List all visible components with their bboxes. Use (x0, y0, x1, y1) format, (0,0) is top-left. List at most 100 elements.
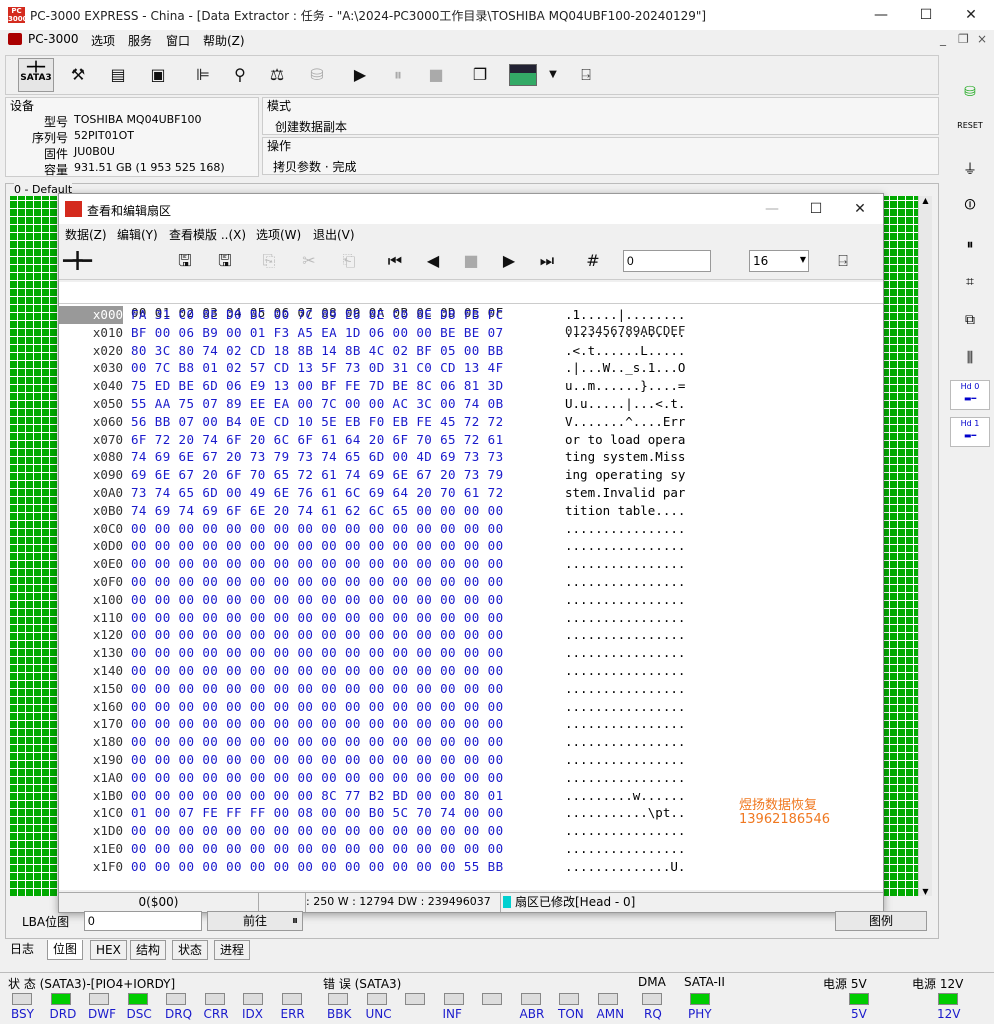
prev-sector-icon[interactable]: ◀ (419, 247, 447, 275)
minimize-button[interactable]: — (858, 0, 904, 30)
row-ascii[interactable]: u..m......}....= (565, 377, 685, 395)
paste-icon[interactable]: ⎗ (335, 247, 363, 275)
row-bytes[interactable]: 00 00 00 00 00 00 00 00 00 00 00 00 00 0… (131, 520, 504, 538)
cut-icon[interactable]: ✂ (295, 247, 323, 275)
editor-maximize-button[interactable]: ☐ (793, 194, 839, 224)
tab-bitmap[interactable]: 位图 (47, 940, 84, 960)
mdi-restore-button[interactable]: ❐ (958, 32, 969, 46)
lba-pause-button[interactable]: ⏸ (292, 913, 298, 928)
row-bytes[interactable]: 80 3C 80 74 02 CD 18 8B 14 8B 4C 02 BF 0… (131, 342, 504, 360)
row-bytes[interactable]: 00 00 00 00 00 00 00 00 00 00 00 00 00 0… (131, 573, 504, 591)
next-sector-icon[interactable]: ▶ (495, 247, 523, 275)
row-ascii[interactable]: ................ (565, 715, 685, 733)
row-ascii[interactable]: V.......^....Err (565, 413, 685, 431)
row-bytes[interactable]: 00 00 00 00 00 00 00 00 00 00 00 00 00 0… (131, 751, 504, 769)
scroll-down-icon[interactable]: ▼ (919, 887, 932, 896)
columns-select[interactable]: 16 ▼ (749, 250, 809, 272)
hex-row[interactable]: x040 75 ED BE 6D 06 E9 13 00 BF FE 7D BE … (59, 377, 883, 395)
menu-help[interactable]: 帮助(Z) (203, 32, 245, 49)
mdi-minimize-button[interactable]: _ (940, 32, 946, 46)
row-bytes[interactable]: 55 AA 75 07 89 EE EA 00 7C 00 00 AC 3C 0… (131, 395, 504, 413)
disk-icon[interactable]: ⛁ (303, 61, 331, 89)
head-0-button[interactable]: Hd 0 ▬━ (950, 380, 990, 410)
hex-row[interactable]: x140 00 00 00 00 00 00 00 00 00 00 00 00 … (59, 662, 883, 680)
windows-icon[interactable]: ❐ (466, 61, 494, 89)
row-ascii[interactable]: or to load opera (565, 431, 685, 449)
row-ascii[interactable]: tition table.... (565, 502, 685, 520)
row-ascii[interactable]: ...........\pt.. (565, 804, 685, 822)
row-bytes[interactable]: 00 00 00 00 00 00 00 00 00 00 00 00 00 0… (131, 555, 504, 573)
hex-row[interactable]: x0C0 00 00 00 00 00 00 00 00 00 00 00 00 … (59, 520, 883, 538)
lba-input[interactable] (84, 911, 202, 931)
menu-options[interactable]: 选项 (91, 32, 115, 49)
legend-button[interactable]: 图例 (835, 911, 927, 931)
editor-connector-icon[interactable]: ━╋━ (63, 247, 92, 275)
head-1-button[interactable]: Hd 1 ▬━ (950, 417, 990, 447)
hex-row[interactable]: x120 00 00 00 00 00 00 00 00 00 00 00 00 … (59, 626, 883, 644)
row-bytes[interactable]: 69 6E 67 20 6F 70 65 72 61 74 69 6E 67 2… (131, 466, 504, 484)
row-bytes[interactable]: 00 00 00 00 00 00 00 00 00 00 00 00 00 0… (131, 644, 504, 662)
hex-row[interactable]: x190 00 00 00 00 00 00 00 00 00 00 00 00 … (59, 751, 883, 769)
row-bytes[interactable]: BF 00 06 B9 00 01 F3 A5 EA 1D 06 00 00 B… (131, 324, 504, 342)
save-as-icon[interactable]: 🖫 (211, 247, 239, 275)
hex-row[interactable]: x1F0 00 00 00 00 00 00 00 00 00 00 00 00 … (59, 858, 883, 876)
hex-row[interactable]: x050 55 AA 75 07 89 EE EA 00 7C 00 00 AC … (59, 395, 883, 413)
bus-icon[interactable]: ⫼ (950, 343, 990, 373)
maximize-button[interactable]: ☐ (903, 0, 949, 30)
tab-log[interactable]: 日志 (5, 940, 40, 960)
editor-menu-exit[interactable]: 退出(V) (313, 226, 355, 243)
hex-row[interactable]: x0A0 73 74 65 6D 00 49 6E 76 61 6C 69 64 … (59, 484, 883, 502)
row-bytes[interactable]: 74 69 74 69 6F 6E 20 74 61 62 6C 65 00 0… (131, 502, 504, 520)
scroll-up-icon[interactable]: ▲ (919, 196, 932, 205)
menu-window[interactable]: 窗口 (166, 32, 190, 49)
row-bytes[interactable]: 73 74 65 6D 00 49 6E 76 61 6C 69 64 20 7… (131, 484, 504, 502)
menu-service[interactable]: 服务 (128, 32, 152, 49)
binoculars-icon[interactable]: ⚲ (226, 61, 254, 89)
hex-row[interactable]: x030 00 7C B8 01 02 57 CD 13 5F 73 0D 31 … (59, 359, 883, 377)
row-bytes[interactable]: FA 31 C0 8E D0 BC 00 7C 89 E6 8E C0 8E D… (131, 306, 504, 324)
tab-hex[interactable]: HEX (90, 940, 127, 960)
hex-row[interactable]: x0D0 00 00 00 00 00 00 00 00 00 00 00 00 … (59, 537, 883, 555)
row-bytes[interactable]: 75 ED BE 6D 06 E9 13 00 BF FE 7D BE 8C 0… (131, 377, 504, 395)
last-sector-icon[interactable]: ⏭ (533, 247, 561, 275)
row-ascii[interactable]: ................ (565, 520, 685, 538)
row-bytes[interactable]: 00 00 00 00 00 00 00 00 00 00 00 00 00 0… (131, 591, 504, 609)
row-ascii[interactable]: ................ (565, 769, 685, 787)
hex-row[interactable]: x160 00 00 00 00 00 00 00 00 00 00 00 00 … (59, 698, 883, 716)
row-ascii[interactable]: ing operating sy (565, 466, 685, 484)
hex-row[interactable]: x000 FA 31 C0 8E D0 BC 00 7C 89 E6 8E C0 … (59, 306, 883, 324)
editor-menu-options[interactable]: 选项(W) (256, 226, 301, 243)
hex-row[interactable]: x170 00 00 00 00 00 00 00 00 00 00 00 00 … (59, 715, 883, 733)
row-bytes[interactable]: 01 00 07 FE FF FF 00 08 00 00 B0 5C 70 7… (131, 804, 504, 822)
mdi-close-button[interactable]: × (977, 32, 987, 46)
row-bytes[interactable]: 00 00 00 00 00 00 00 00 00 00 00 00 00 0… (131, 858, 504, 876)
row-ascii[interactable]: ..............U. (565, 858, 685, 876)
row-bytes[interactable]: 00 00 00 00 00 00 00 00 00 00 00 00 00 0… (131, 680, 504, 698)
row-ascii[interactable]: ................ (565, 698, 685, 716)
copy-x-icon[interactable]: ⧉ (950, 305, 990, 335)
save-sector-icon[interactable]: 🖫 (171, 247, 199, 275)
row-bytes[interactable]: 00 00 00 00 00 00 00 00 00 00 00 00 00 0… (131, 609, 504, 627)
power-plug-icon[interactable]: ⏚ (950, 155, 990, 185)
row-ascii[interactable]: ................ (565, 555, 685, 573)
tools-icon[interactable]: ⚒ (64, 61, 92, 89)
row-ascii[interactable]: .<.t......L..... (565, 342, 685, 360)
hex-row[interactable]: x150 00 00 00 00 00 00 00 00 00 00 00 00 … (59, 680, 883, 698)
row-ascii[interactable]: .1.....|........ (565, 306, 685, 324)
sata-port-button[interactable]: ━╋━ SATA3 (18, 58, 54, 92)
stop-sector-icon[interactable]: ■ (457, 247, 485, 275)
chip-icon[interactable]: ▤ (104, 61, 132, 89)
editor-menu-edit[interactable]: 编辑(Y) (117, 226, 158, 243)
row-ascii[interactable]: ................ (565, 537, 685, 555)
hex-row[interactable]: x100 00 00 00 00 00 00 00 00 00 00 00 00 … (59, 591, 883, 609)
row-bytes[interactable]: 00 00 00 00 00 00 00 00 00 00 00 00 00 0… (131, 662, 504, 680)
tab-status[interactable]: 状态 (172, 940, 209, 960)
row-bytes[interactable]: 00 00 00 00 00 00 00 00 00 00 00 00 00 0… (131, 537, 504, 555)
hex-row[interactable]: x020 80 3C 80 74 02 CD 18 8B 14 8B 4C 02 … (59, 342, 883, 360)
hex-row[interactable]: x1E0 00 00 00 00 00 00 00 00 00 00 00 00 … (59, 840, 883, 858)
hex-row[interactable]: x0F0 00 00 00 00 00 00 00 00 00 00 00 00 … (59, 573, 883, 591)
app-menu-icon[interactable] (8, 33, 22, 45)
goto-button[interactable]: 前往 (207, 911, 303, 931)
hex-row[interactable]: x010 BF 00 06 B9 00 01 F3 A5 EA 1D 06 00 … (59, 324, 883, 342)
hex-row[interactable]: x180 00 00 00 00 00 00 00 00 00 00 00 00 … (59, 733, 883, 751)
